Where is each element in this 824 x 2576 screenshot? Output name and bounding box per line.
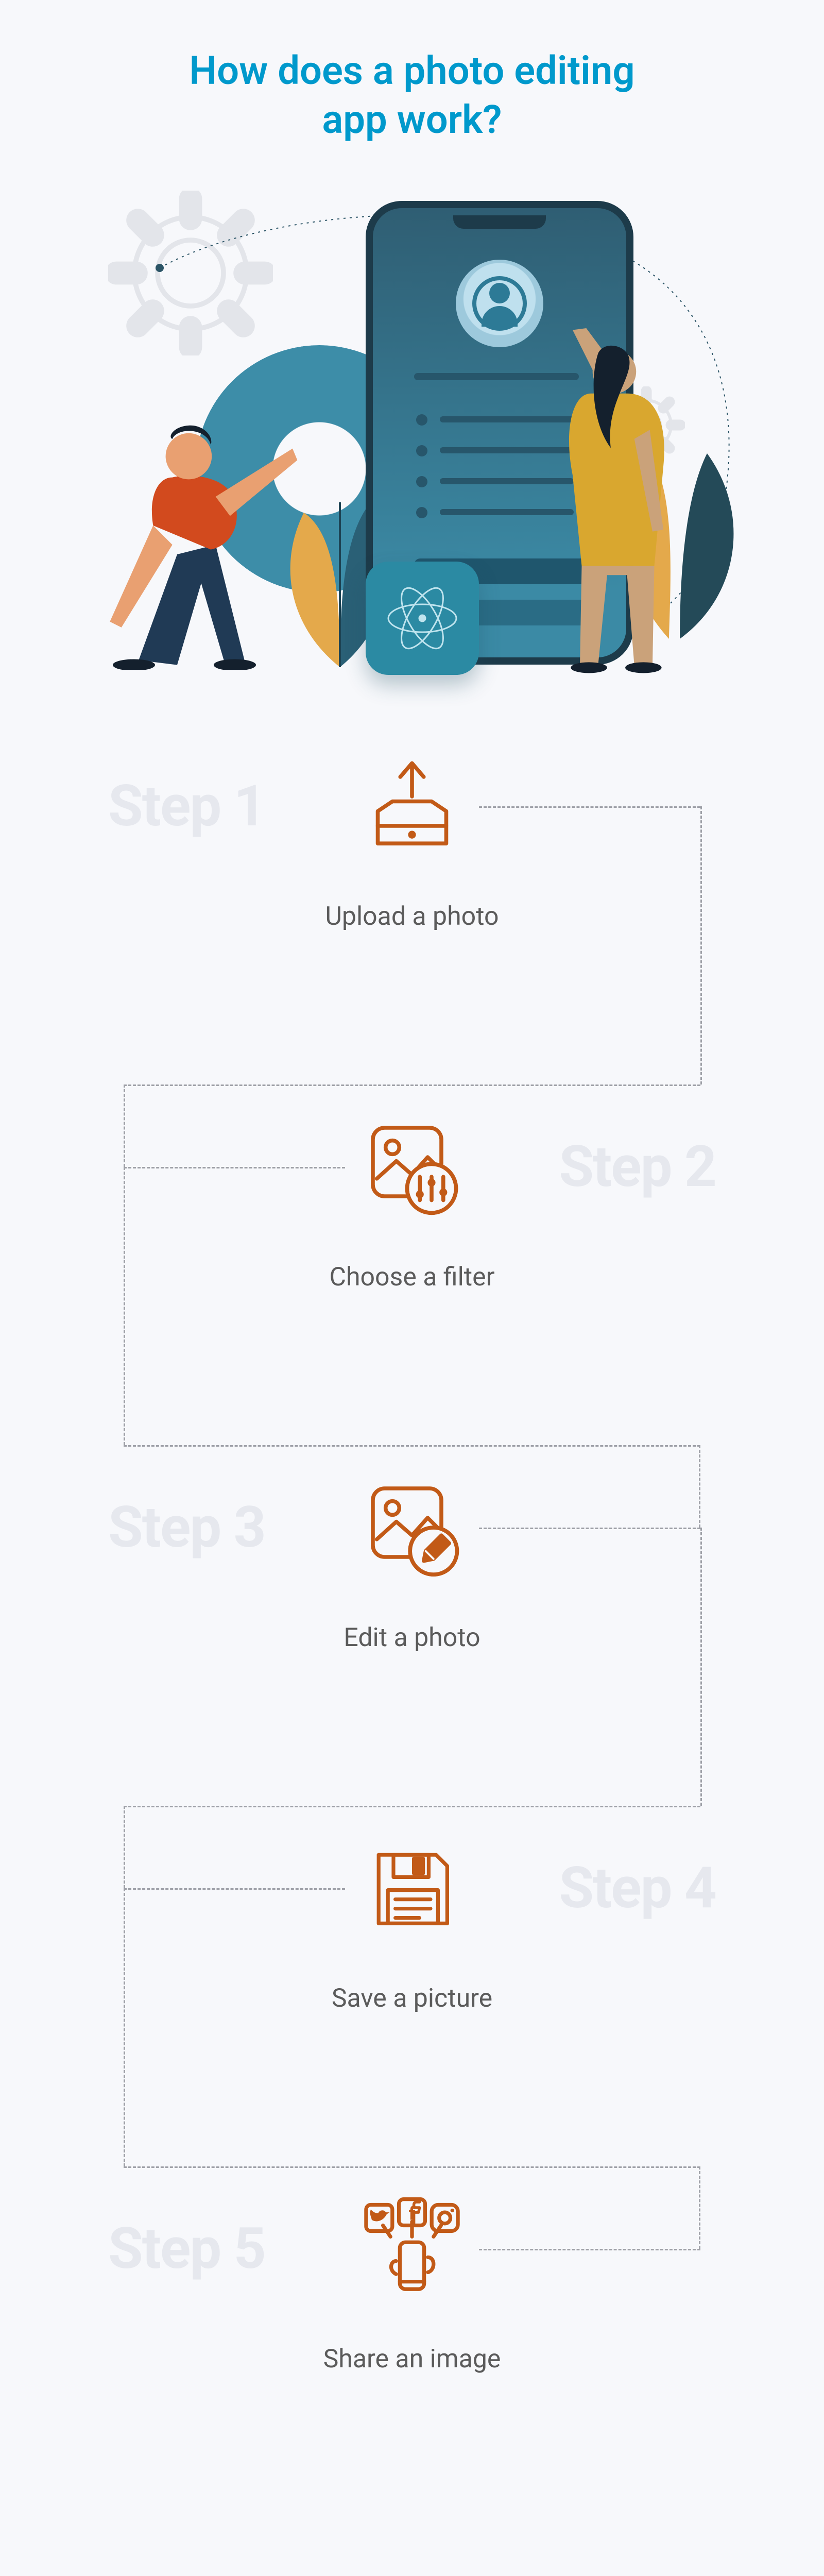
step-5: Step 5 f	[77, 2200, 747, 2468]
step-4: Step 4 Save a picture	[77, 1839, 747, 2200]
filter-icon	[358, 1113, 466, 1221]
step-caption: Choose a filter	[329, 1262, 494, 1292]
step-3: Step 3 Edit a photo	[77, 1479, 747, 1839]
floppy-save-icon	[358, 1834, 466, 1942]
hero-illustration	[77, 211, 747, 675]
title-line1: How does a photo editing	[189, 47, 634, 94]
step-caption: Save a picture	[332, 1984, 492, 2013]
step-label: Step 1	[108, 773, 265, 839]
step-label: Step 4	[559, 1855, 716, 1921]
page-title: How does a photo editing app work?	[0, 0, 824, 144]
title-line2: app work?	[322, 96, 502, 143]
atom-app-icon	[366, 562, 479, 675]
step-2: Step 2 Choose a filter	[77, 1118, 747, 1479]
step-caption: Edit a photo	[344, 1623, 480, 1653]
step-label: Step 5	[108, 2215, 265, 2282]
step-caption: Upload a photo	[325, 902, 499, 931]
step-label: Step 2	[559, 1133, 716, 1200]
svg-text:f: f	[408, 2202, 416, 2225]
step-caption: Share an image	[323, 2344, 501, 2374]
upload-icon	[358, 752, 466, 860]
steps-flow: Step 1 Upload a photo Step 2	[77, 757, 747, 2468]
person-woman-illustration	[525, 294, 711, 675]
step-label: Step 3	[108, 1494, 265, 1561]
person-man-illustration	[98, 381, 314, 670]
edit-photo-icon	[358, 1473, 466, 1582]
share-social-icon: f	[358, 2195, 466, 2303]
step-1: Step 1 Upload a photo	[77, 757, 747, 1118]
